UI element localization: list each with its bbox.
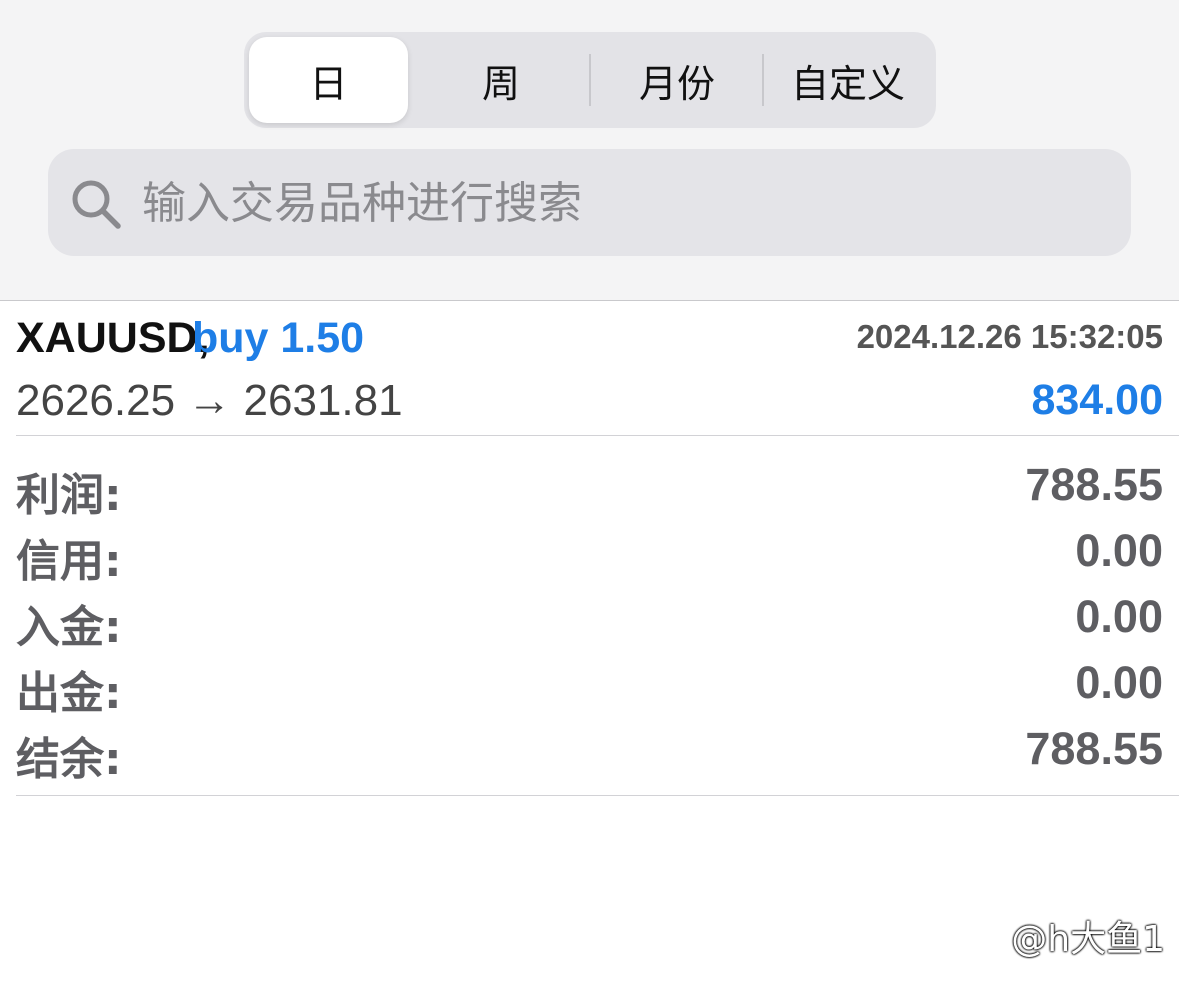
segment-divider: [762, 54, 764, 106]
search-input[interactable]: [142, 170, 1102, 236]
trade-profit: 834.00: [1031, 376, 1163, 424]
summary-label: 出金:: [16, 668, 122, 719]
trade-prices: 2626.25 → 2631.81: [16, 376, 403, 425]
summary-row-deposit: 入金: 0.00: [0, 587, 1179, 653]
summary-value: 0.00: [1075, 591, 1163, 642]
tab-day[interactable]: 日: [249, 37, 408, 123]
segment-divider: [589, 54, 591, 106]
period-segmented-control: 日 周 月份 自定义: [244, 32, 936, 128]
summary-value: 0.00: [1075, 525, 1163, 576]
search-icon: [72, 180, 121, 229]
summary-label: 信用:: [16, 536, 122, 587]
summary-value: 0.00: [1075, 657, 1163, 708]
tab-week[interactable]: 周: [414, 37, 588, 123]
trade-row[interactable]: XAUUSD, buy 1.50 2024.12.26 15:32:05 262…: [0, 302, 1179, 436]
summary-row-withdrawal: 出金: 0.00: [0, 653, 1179, 719]
watermark: @h大鱼1: [1011, 919, 1165, 960]
header-area: 日 周 月份 自定义: [0, 0, 1179, 301]
summary-row-profit: 利润: 788.55: [0, 455, 1179, 521]
trade-side-volume: buy 1.50: [192, 314, 365, 362]
summary-row-balance: 结余: 788.55: [0, 719, 1179, 785]
summary-label: 利润:: [16, 470, 122, 521]
trade-symbol: XAUUSD,: [16, 314, 210, 362]
summary-list: 利润: 788.55 信用: 0.00 入金: 0.00 出金: 0.00 结余…: [0, 455, 1179, 785]
summary-row-credit: 信用: 0.00: [0, 521, 1179, 587]
summary-label: 入金:: [16, 602, 122, 653]
summary-value: 788.55: [1025, 459, 1163, 510]
divider: [16, 435, 1179, 436]
tab-custom[interactable]: 自定义: [765, 37, 931, 123]
summary-value: 788.55: [1025, 723, 1163, 774]
summary-label: 结余:: [16, 734, 122, 785]
divider: [16, 795, 1179, 796]
tab-month[interactable]: 月份: [592, 37, 762, 123]
trade-datetime: 2024.12.26 15:32:05: [856, 318, 1163, 355]
